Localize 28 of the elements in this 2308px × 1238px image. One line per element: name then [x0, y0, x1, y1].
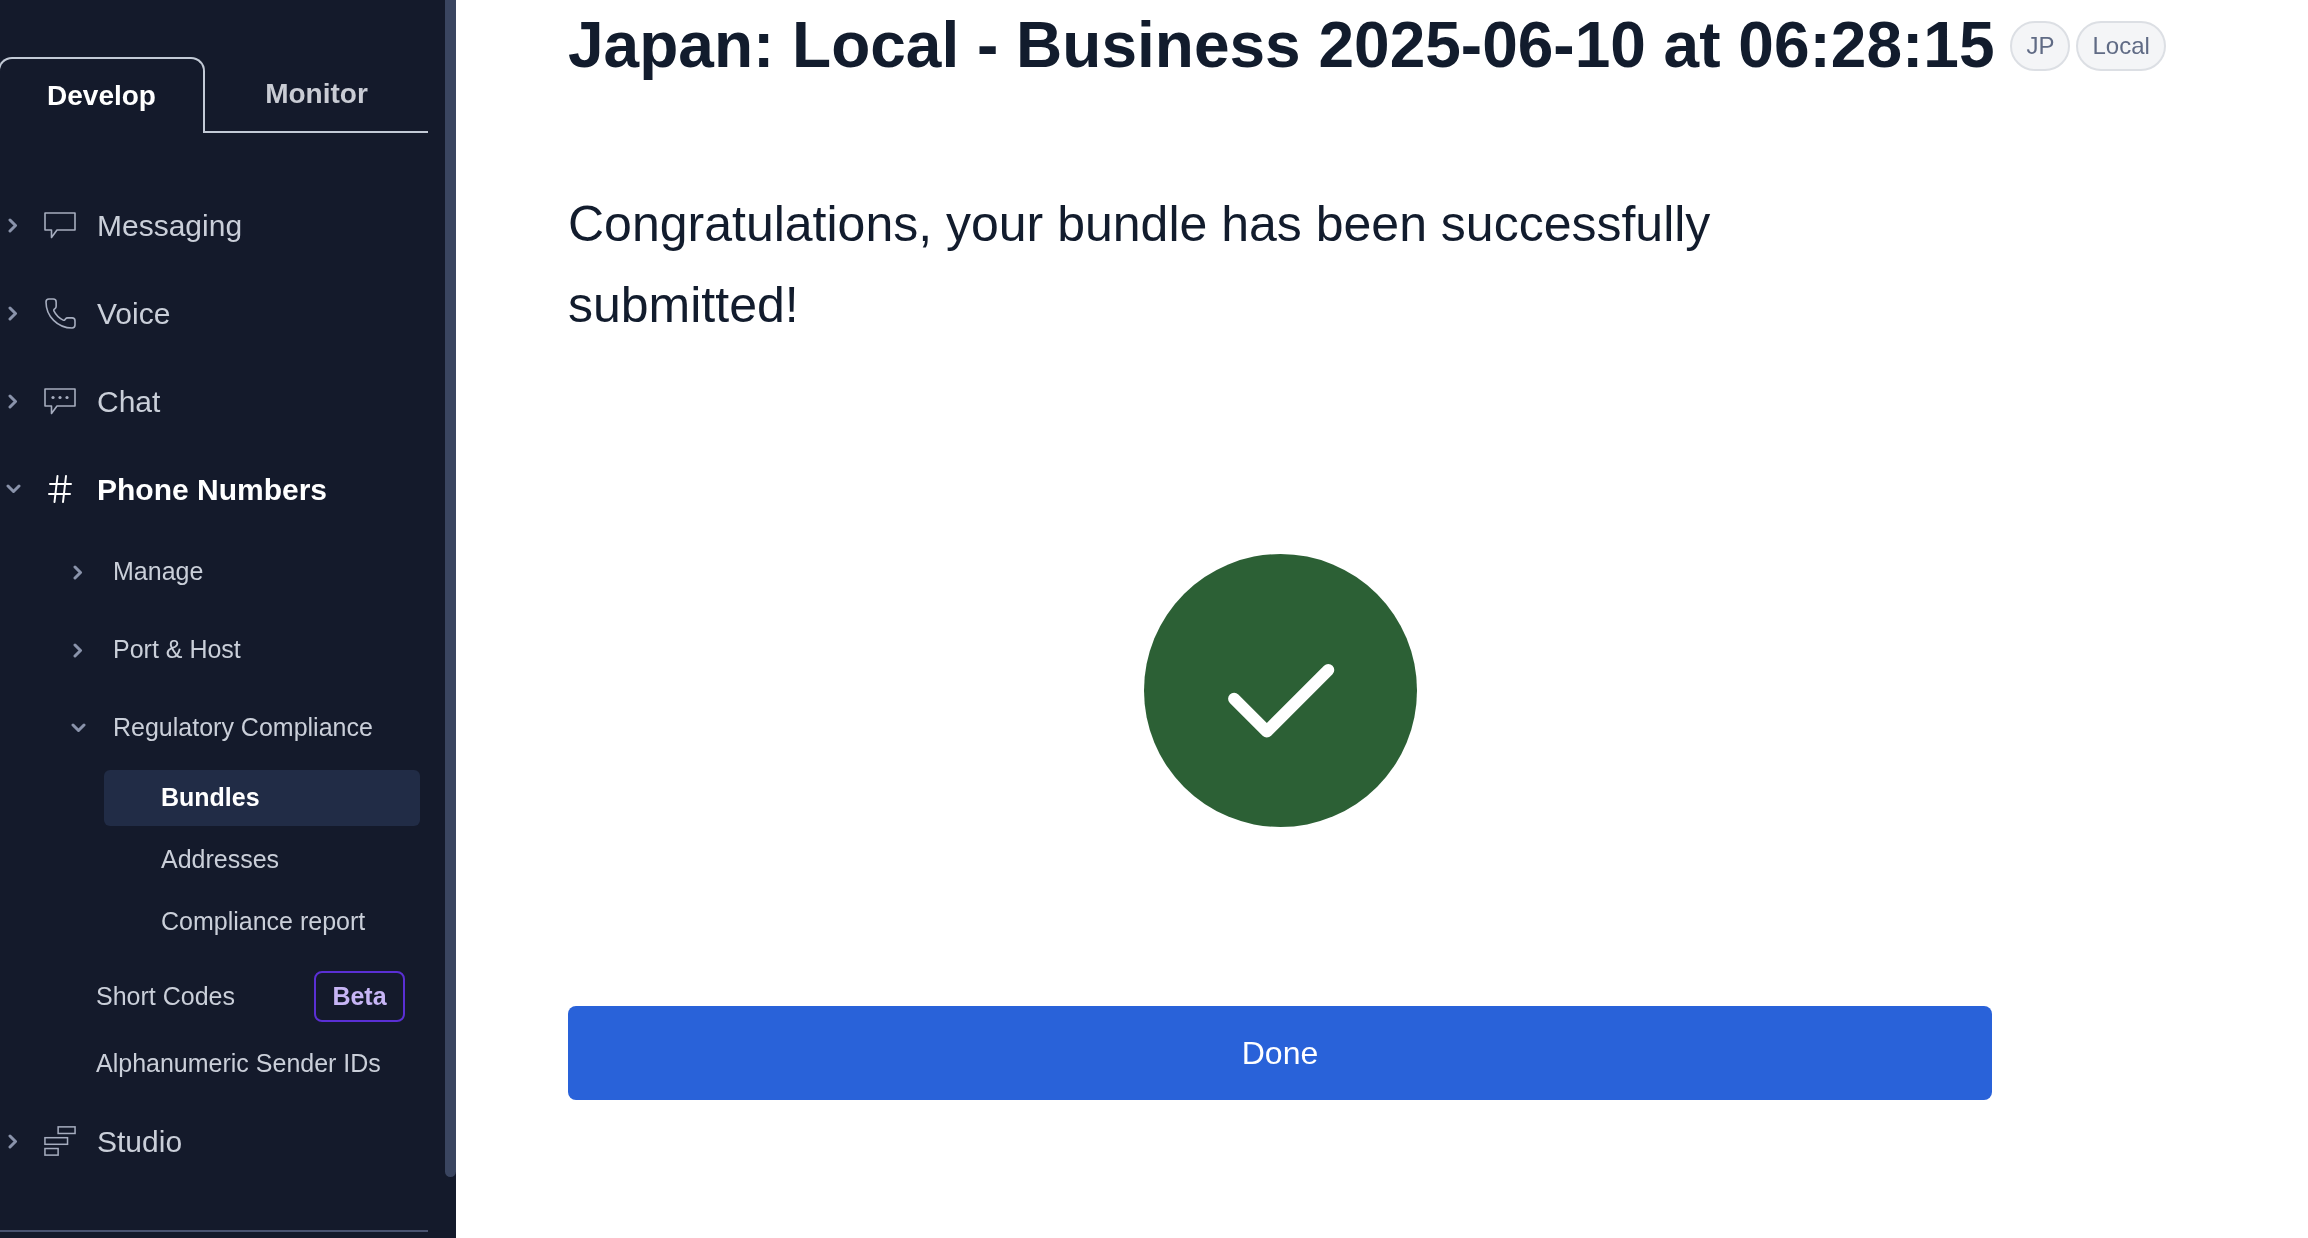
nav-item[interactable]: Bundles: [104, 770, 420, 826]
flow-icon: [44, 1125, 76, 1157]
nav-item[interactable]: Voice: [0, 269, 428, 357]
sidebar-tab[interactable]: Monitor: [205, 57, 428, 133]
done-button[interactable]: Done: [568, 1006, 1992, 1100]
feature-badge: Beta: [314, 971, 405, 1022]
nav-item[interactable]: Phone Numbers: [0, 445, 428, 533]
nav-item[interactable]: Messaging: [0, 181, 428, 269]
check-circle-icon: [1143, 554, 1417, 827]
nav-item[interactable]: Compliance report: [104, 894, 420, 950]
sidebar-tab[interactable]: Develop: [0, 57, 205, 133]
nav-item[interactable]: Addresses: [104, 832, 420, 888]
nav-item[interactable]: Studio: [0, 1097, 428, 1185]
nav-item[interactable]: Short Codes Beta: [0, 963, 405, 1030]
success-message: Congratulations, your bundle has been successfully submitted!: [568, 195, 1712, 335]
hash-icon: [48, 475, 72, 503]
scrollbar-thumb[interactable]: [445, 0, 456, 1177]
tag-badge: JP: [2010, 20, 2071, 71]
tag-badge: Local: [2076, 20, 2166, 71]
nav-item[interactable]: Regulatory Compliance: [0, 689, 428, 767]
speech-bubble-icon: [44, 211, 76, 239]
phone-icon: [44, 297, 76, 329]
nav-item[interactable]: Alphanumeric Sender IDs: [0, 1030, 405, 1097]
nav-item[interactable]: Port & Host: [0, 611, 428, 689]
chat-bubble-icon: [44, 387, 76, 415]
nav-item[interactable]: Manage: [0, 533, 428, 611]
page-title: Japan: Local - Business 2025-06-10 at 06:28:15: [568, 8, 1995, 83]
nav-item[interactable]: Chat: [0, 357, 428, 445]
